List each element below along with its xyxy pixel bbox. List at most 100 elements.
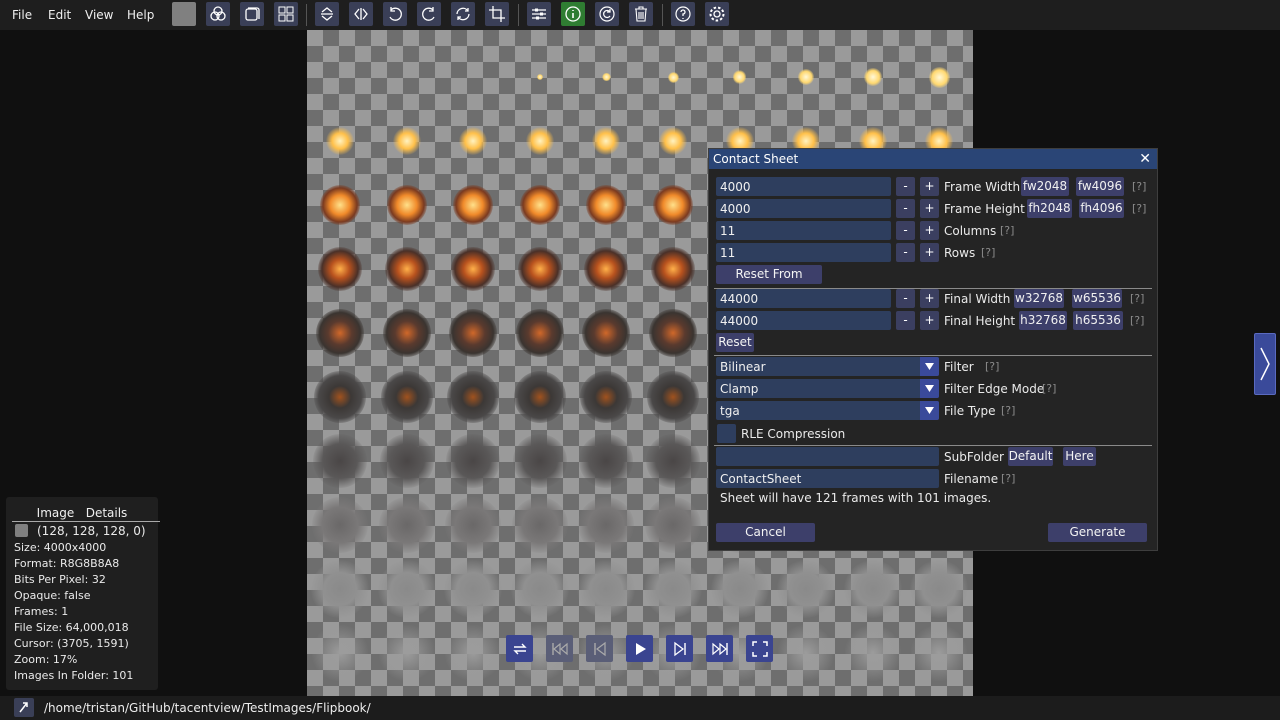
- help-marker[interactable]: [?]: [1130, 314, 1144, 327]
- help-marker[interactable]: [?]: [1042, 382, 1056, 395]
- frame-height-value: 4000: [720, 202, 751, 216]
- edge-mode-select[interactable]: Clamp: [716, 379, 939, 398]
- close-icon[interactable]: ✕: [1139, 151, 1151, 167]
- delete-button[interactable]: [629, 2, 653, 26]
- flipbook-frame: [649, 309, 697, 357]
- help-marker[interactable]: [?]: [1001, 472, 1015, 485]
- reset-from-image-button[interactable]: Reset From Image: [716, 265, 822, 300]
- reset-button[interactable]: Reset: [716, 333, 754, 352]
- flipbook-frame: [449, 309, 498, 357]
- fh2048-button[interactable]: fh2048: [1027, 199, 1072, 218]
- fw4096-button[interactable]: fw4096: [1076, 177, 1124, 196]
- rows-input[interactable]: 11: [716, 243, 891, 262]
- rotate-anti-button[interactable]: [451, 2, 475, 26]
- w65536-button[interactable]: w65536: [1072, 289, 1122, 308]
- rotate-right-button[interactable]: [417, 2, 441, 26]
- help-marker[interactable]: [?]: [1130, 292, 1144, 305]
- menu-file[interactable]: File: [12, 8, 32, 22]
- flipbook-frame: [579, 434, 634, 488]
- flipbook-frame: [798, 69, 815, 85]
- menu-edit[interactable]: Edit: [48, 8, 71, 22]
- filename-input[interactable]: ContactSheet: [716, 469, 939, 488]
- help-marker[interactable]: [?]: [1000, 224, 1014, 237]
- columns-label: Columns: [944, 224, 997, 238]
- frame-height-decrement[interactable]: -: [896, 199, 915, 218]
- chevron-down-icon[interactable]: [920, 401, 939, 420]
- final-width-decrement[interactable]: -: [896, 289, 915, 308]
- rows-increment[interactable]: +: [920, 243, 939, 262]
- w32768-button[interactable]: w32768: [1014, 289, 1064, 308]
- filter-label: Filter: [944, 360, 974, 374]
- chevron-down-icon[interactable]: [920, 379, 939, 398]
- flipbook-frame: [314, 371, 366, 423]
- frame-width-input[interactable]: 4000: [716, 177, 891, 196]
- fh4096-button[interactable]: fh4096: [1079, 199, 1124, 218]
- menu-help[interactable]: Help: [127, 8, 154, 22]
- dialog-title-bar[interactable]: Contact Sheet ✕: [709, 149, 1157, 169]
- skip-end-button[interactable]: [706, 635, 733, 662]
- tile-button[interactable]: [240, 2, 264, 26]
- fw2048-button[interactable]: fw2048: [1021, 177, 1069, 196]
- help-marker[interactable]: [?]: [1132, 180, 1146, 193]
- columns-decrement[interactable]: -: [896, 221, 915, 240]
- final-height-input[interactable]: 44000: [716, 311, 891, 330]
- final-height-increment[interactable]: +: [920, 311, 939, 330]
- cancel-button[interactable]: Cancel: [716, 523, 815, 542]
- flipbook-frame: [444, 624, 503, 682]
- settings-button[interactable]: [705, 2, 729, 26]
- subfolder-input[interactable]: [716, 447, 939, 466]
- rle-compression-checkbox[interactable]: [717, 424, 736, 443]
- help-button[interactable]: [671, 2, 695, 26]
- file-type-select[interactable]: tga: [716, 401, 939, 420]
- rows-value: 11: [720, 246, 736, 260]
- help-marker[interactable]: [?]: [1001, 404, 1015, 417]
- h32768-button[interactable]: h32768: [1019, 311, 1067, 330]
- flipbook-frame: [513, 371, 566, 423]
- play-button[interactable]: [626, 635, 653, 662]
- parent-folder-button[interactable]: [14, 698, 34, 717]
- channels-button[interactable]: [206, 2, 230, 26]
- flip-vertical-button[interactable]: [315, 2, 339, 26]
- frame-width-label: Frame Width: [944, 180, 1021, 194]
- subfolder-default-button[interactable]: Default: [1008, 447, 1053, 466]
- color-swatch-button[interactable]: [172, 2, 196, 26]
- final-width-input[interactable]: 44000: [716, 289, 891, 308]
- frame-width-increment[interactable]: +: [920, 177, 939, 196]
- final-height-decrement[interactable]: -: [896, 311, 915, 330]
- final-width-increment[interactable]: +: [920, 289, 939, 308]
- next-image-button[interactable]: [1254, 333, 1276, 395]
- loop-button[interactable]: [506, 635, 533, 662]
- step-forward-button[interactable]: [666, 635, 693, 662]
- frame-width-decrement[interactable]: -: [896, 177, 915, 196]
- refresh-button[interactable]: [595, 2, 619, 26]
- rotate-left-button[interactable]: [383, 2, 407, 26]
- flipbook-frame: [510, 560, 569, 618]
- help-marker[interactable]: [?]: [1132, 202, 1146, 215]
- columns-increment[interactable]: +: [920, 221, 939, 240]
- frame-height-input[interactable]: 4000: [716, 199, 891, 218]
- contact-sheet-button[interactable]: [274, 2, 298, 26]
- subfolder-here-button[interactable]: Here: [1063, 447, 1096, 466]
- generate-button[interactable]: Generate: [1048, 523, 1147, 542]
- columns-input[interactable]: 11: [716, 221, 891, 240]
- crop-button[interactable]: [485, 2, 509, 26]
- pixel-color-swatch[interactable]: [15, 524, 28, 537]
- info-button[interactable]: [561, 2, 585, 26]
- fullscreen-button[interactable]: [746, 635, 773, 662]
- filter-select[interactable]: Bilinear: [716, 357, 939, 376]
- flip-horizontal-button[interactable]: [349, 2, 373, 26]
- frame-height-increment[interactable]: +: [920, 199, 939, 218]
- help-marker[interactable]: [?]: [981, 246, 995, 259]
- adjust-button[interactable]: [527, 2, 551, 26]
- filename-value: ContactSheet: [720, 472, 802, 486]
- rows-decrement[interactable]: -: [896, 243, 915, 262]
- help-marker[interactable]: [?]: [985, 360, 999, 373]
- chevron-down-icon[interactable]: [920, 357, 939, 376]
- menu-view[interactable]: View: [85, 8, 113, 22]
- skip-start-button[interactable]: [546, 635, 573, 662]
- flipbook-frame: [379, 434, 434, 488]
- play-icon: [635, 642, 646, 655]
- h65536-button[interactable]: h65536: [1073, 311, 1123, 330]
- step-back-button[interactable]: [586, 635, 613, 662]
- final-width-label: Final Width: [944, 292, 1011, 306]
